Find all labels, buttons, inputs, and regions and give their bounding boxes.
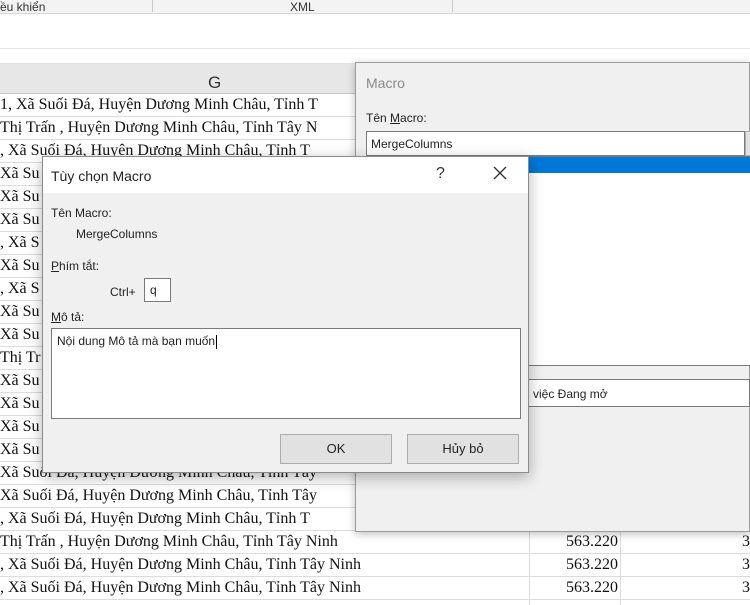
address-cell[interactable]: , Xã Suối Đá, Huyện Dương Minh Châu, Tỉn… <box>0 510 310 528</box>
value-cell[interactable]: 3 <box>742 533 750 551</box>
address-cell[interactable]: 1, Xã Suối Đá, Huyện Dương Minh Châu, Tỉ… <box>0 96 318 114</box>
ribbon-divider <box>452 0 453 12</box>
address-cell[interactable]: , Xã S <box>0 280 40 298</box>
description-text: Nội dung Mô tả mà bạn muốn <box>57 334 216 348</box>
help-icon[interactable]: ? <box>436 165 445 183</box>
address-cell[interactable]: Xã Su <box>0 188 40 206</box>
ribbon-group-xml[interactable]: XML <box>290 0 315 14</box>
value-cell[interactable]: 3 <box>742 579 750 597</box>
cancel-button[interactable]: Hủy bỏ <box>407 434 519 464</box>
description-textarea[interactable]: Nội dung Mô tả mà bạn muốn <box>51 328 521 419</box>
column-header-g[interactable]: G <box>208 73 221 93</box>
macro-name-label: Tên Macro: <box>366 111 427 125</box>
ribbon-strip: ều khiển XML <box>0 0 750 14</box>
ok-button[interactable]: OK <box>280 434 392 464</box>
address-cell[interactable]: Xã Su <box>0 303 40 321</box>
address-cell[interactable]: Xã Su <box>0 257 40 275</box>
address-cell[interactable]: Thị Trấn , Huyện Dương Minh Châu, Tỉnh T… <box>0 119 317 137</box>
address-cell[interactable]: Xã Su <box>0 165 40 183</box>
address-cell[interactable]: Xã Su <box>0 211 40 229</box>
dialog-title: Tùy chọn Macro <box>51 168 152 184</box>
formula-bar[interactable] <box>0 14 750 64</box>
value-cell[interactable]: 563.220 <box>530 533 618 551</box>
address-cell[interactable]: , Xã S <box>0 234 40 252</box>
macro-name-label: Tên Macro: <box>51 206 112 220</box>
value-cell[interactable]: 3 <box>742 556 750 574</box>
macro-name-value: MergeColumns <box>76 227 158 241</box>
text-caret <box>216 334 218 349</box>
address-cell[interactable]: , Xã Suối Đá, Huyện Dương Minh Châu, Tỉn… <box>0 556 361 574</box>
macro-name-input[interactable]: MergeColumns <box>366 131 745 156</box>
run-button[interactable] <box>745 131 750 156</box>
macro-options-dialog: Tùy chọn Macro ? Tên Macro: MergeColumns… <box>42 156 529 473</box>
description-label: Mô tả: <box>51 310 85 324</box>
table-row[interactable]: , Xã Suối Đá, Huyện Dương Minh Châu, Tỉn… <box>0 577 750 600</box>
ribbon-divider <box>152 0 153 12</box>
address-cell[interactable]: , Xã Suối Đá, Huyện Dương Minh Châu, Tỉn… <box>0 579 361 597</box>
ribbon-group-controls[interactable]: ều khiển <box>0 0 45 14</box>
value-cell[interactable]: 563.220 <box>530 579 618 597</box>
address-cell[interactable]: Xã Su <box>0 395 40 413</box>
dialog-titlebar: Tùy chọn Macro ? <box>43 157 528 193</box>
address-cell[interactable]: Xã Su <box>0 441 40 459</box>
macros-in-select[interactable]: việc Đang mở <box>526 379 750 407</box>
close-icon[interactable] <box>491 164 509 182</box>
shortcut-key-input[interactable]: q <box>144 278 171 302</box>
address-cell[interactable]: Thị Trấn , Huyện Dương Minh Châu, Tỉnh T… <box>0 533 338 551</box>
table-row[interactable]: , Xã Suối Đá, Huyện Dương Minh Châu, Tỉn… <box>0 554 750 577</box>
address-cell[interactable]: Thị Tr <box>0 349 40 367</box>
address-cell[interactable]: Xã Suối Đá, Huyện Dương Minh Châu, Tỉnh … <box>0 487 317 505</box>
ctrl-label: Ctrl+ <box>110 285 136 299</box>
address-cell[interactable]: Xã Su <box>0 326 40 344</box>
macro-dialog-title: Macro <box>366 75 405 91</box>
table-row[interactable]: Thị Trấn , Huyện Dương Minh Châu, Tỉnh T… <box>0 531 750 554</box>
value-cell[interactable]: 563.220 <box>530 556 618 574</box>
address-cell[interactable]: Xã Su <box>0 372 40 390</box>
address-cell[interactable]: Xã Su <box>0 418 40 436</box>
shortcut-label: Phím tắt: <box>51 259 100 273</box>
formula-divider <box>0 48 750 49</box>
